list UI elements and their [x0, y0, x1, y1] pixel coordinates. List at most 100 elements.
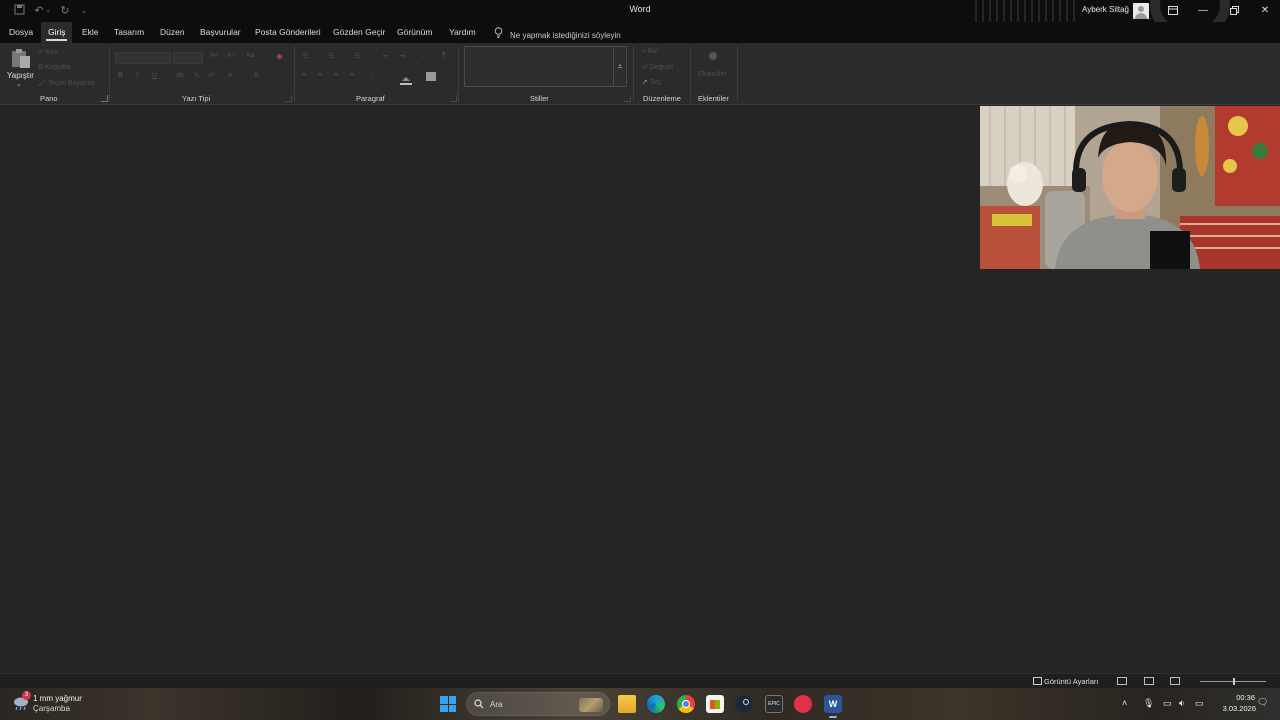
tab-gozden-gecir[interactable]: Gözden Geçir [333, 27, 385, 37]
lightbulb-icon [494, 27, 504, 40]
tab-dosya[interactable]: Dosya [9, 27, 33, 37]
paragraph-dialog-launcher[interactable] [450, 95, 457, 102]
font-size-box[interactable] [173, 52, 203, 64]
tab-posta-gonderileri[interactable]: Posta Gönderileri [255, 27, 321, 37]
ribbon-display-options-icon[interactable] [1158, 0, 1188, 22]
start-button-icon[interactable] [440, 696, 456, 712]
align-right-icon[interactable]: ≡ [334, 72, 338, 79]
paste-icon[interactable] [10, 47, 32, 69]
network-icon[interactable]: ▭ [1163, 698, 1172, 709]
justify-icon[interactable]: ≡ [350, 72, 354, 79]
user-avatar-icon[interactable] [1133, 3, 1149, 19]
microsoft-store-icon[interactable] [706, 695, 724, 713]
font-dialog-launcher[interactable] [285, 95, 292, 102]
tell-me-search[interactable]: Ne yapmak istediğinizi söyleyin [494, 27, 621, 40]
superscript-icon[interactable]: x² [208, 72, 214, 79]
tab-giris[interactable]: Giriş [41, 22, 73, 43]
styles-dialog-launcher[interactable] [624, 95, 631, 102]
tab-duzen[interactable]: Düzen [160, 27, 185, 37]
cut-button[interactable]: ✂ Kes [38, 48, 58, 56]
tab-ekle[interactable]: Ekle [82, 27, 99, 37]
underline-icon[interactable]: U [152, 72, 157, 79]
select-button[interactable]: ➚ Seç [642, 78, 662, 86]
tab-gorunum[interactable]: Görünüm [397, 27, 432, 37]
ribbon-separator [690, 46, 691, 102]
ribbon-separator [633, 46, 634, 102]
weather-text[interactable]: 1 mm yağmur [33, 694, 82, 703]
italic-icon[interactable]: I [136, 72, 138, 79]
close-button[interactable]: ✕ [1250, 0, 1280, 22]
clipboard-dialog-launcher[interactable] [101, 95, 108, 102]
font-color-icon[interactable]: A [254, 72, 259, 79]
styles-more-icon[interactable]: ⩡ [613, 47, 626, 86]
user-name[interactable]: Ayberk Siltağ [1082, 5, 1129, 14]
taskbar-search-box[interactable]: Ara [466, 692, 610, 716]
print-layout-icon[interactable] [1144, 677, 1154, 685]
menu-tabs: Dosya Giriş Ekle Tasarım Düzen Başvurula… [0, 22, 1280, 43]
save-icon[interactable] [12, 4, 26, 18]
redo-icon[interactable]: ↻ [58, 4, 72, 18]
multilevel-list-icon[interactable]: ☰ [354, 52, 360, 60]
group-label-pano: Pano [40, 94, 58, 103]
microphone-icon[interactable]: 🎙︎ [1143, 698, 1154, 709]
numbering-icon[interactable]: ☰ [328, 52, 334, 60]
zoom-slider-thumb[interactable] [1233, 678, 1235, 685]
clock-date[interactable]: 3.03.2026 [1212, 704, 1256, 713]
tab-basvurular[interactable]: Başvurular [200, 27, 241, 37]
minimize-button[interactable]: — [1188, 0, 1218, 22]
increase-indent-icon[interactable]: ⇥ [399, 52, 405, 60]
volume-icon[interactable]: 🔉︎ [1179, 698, 1185, 709]
font-name-box[interactable] [115, 52, 171, 64]
sort-icon[interactable]: ↓ [421, 52, 425, 59]
weather-day[interactable]: Çarşamba [33, 704, 70, 713]
clock-time[interactable]: 00:36 [1225, 693, 1255, 702]
addins-icon[interactable] [709, 52, 717, 60]
format-painter-button[interactable]: 🖌 Biçim Boyacısı [38, 79, 95, 87]
word-icon[interactable]: W [824, 695, 842, 713]
paste-label[interactable]: Yapıştır [7, 71, 34, 80]
chrome-icon[interactable] [677, 695, 695, 713]
undo-dropdown-icon[interactable]: ⌄ [44, 4, 52, 18]
bold-icon[interactable]: B [118, 72, 123, 79]
grow-font-icon[interactable]: A˄ [210, 52, 219, 59]
change-case-icon[interactable]: Aa [246, 52, 255, 59]
align-center-icon[interactable]: ≡ [318, 72, 322, 79]
paste-dropdown-icon[interactable]: ⌄ [16, 80, 22, 88]
tab-tasarim[interactable]: Tasarım [114, 27, 144, 37]
ribbon-separator [109, 46, 110, 102]
restore-button[interactable] [1219, 0, 1249, 22]
show-marks-icon[interactable]: ¶ [442, 52, 446, 59]
battery-icon[interactable]: ▭ [1195, 698, 1204, 709]
replace-button[interactable]: ⇄ Değiştir [642, 63, 674, 71]
ribbon-separator [737, 46, 738, 102]
shading-icon[interactable] [400, 72, 412, 85]
display-settings-icon[interactable] [1033, 677, 1042, 685]
subscript-icon[interactable]: x₂ [194, 72, 200, 79]
addins-button-label[interactable]: Eklentiler [698, 71, 727, 78]
show-hidden-icons-chevron-icon[interactable]: ˄ [1122, 698, 1127, 708]
edge-icon[interactable] [647, 695, 665, 713]
select-label: Seç [649, 79, 662, 86]
borders-icon[interactable] [426, 72, 436, 81]
shrink-font-icon[interactable]: A˅ [227, 52, 236, 59]
bullets-icon[interactable]: ☰ [302, 52, 308, 60]
strikethrough-icon[interactable]: ab [176, 72, 184, 79]
steam-icon[interactable] [735, 695, 753, 713]
read-mode-icon[interactable] [1117, 677, 1127, 685]
tab-yardim[interactable]: Yardım [449, 27, 476, 37]
notification-icon[interactable]: 🗨︎ [1257, 697, 1268, 708]
align-left-icon[interactable]: ≡ [302, 72, 306, 79]
display-settings-label[interactable]: Görüntü Ayarları [1044, 677, 1098, 686]
copy-button[interactable]: ⧉ Kopyala [38, 64, 70, 72]
epic-games-icon[interactable]: EPIC [765, 695, 783, 713]
find-button[interactable]: ⌕ Bul [642, 48, 658, 56]
customize-quick-access-icon[interactable]: ⌄ [77, 4, 91, 18]
decrease-indent-icon[interactable]: ⇤ [383, 52, 389, 60]
styles-gallery[interactable]: ⩡ [464, 46, 627, 87]
red-app-icon[interactable] [794, 695, 812, 713]
file-explorer-icon[interactable] [618, 695, 636, 713]
text-effects-icon[interactable]: A [228, 72, 233, 79]
web-layout-icon[interactable] [1170, 677, 1180, 685]
line-spacing-icon[interactable]: ↕ [370, 72, 374, 79]
clear-formatting-icon[interactable]: ◈ [276, 51, 283, 62]
